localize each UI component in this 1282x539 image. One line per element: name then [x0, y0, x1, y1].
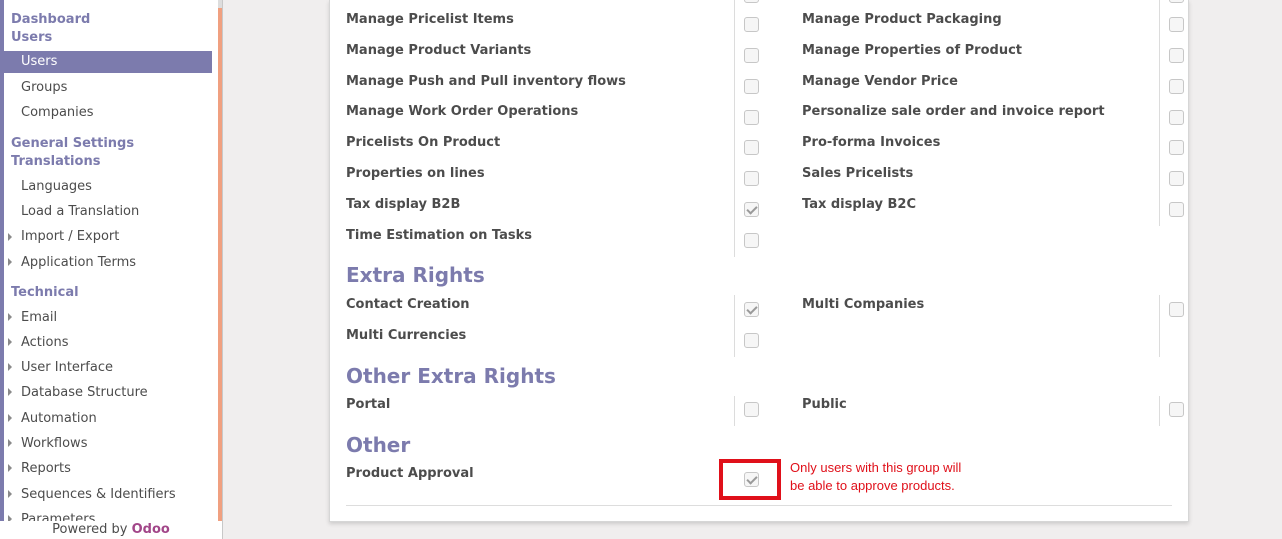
chevron-right-icon[interactable] — [8, 388, 12, 396]
odoo-brand-link[interactable]: Odoo — [132, 522, 170, 537]
right-label-portal: Portal — [346, 397, 391, 412]
sidebar-item-workflows[interactable]: Workflows — [21, 435, 87, 453]
checkbox-pro-forma-invoices[interactable] — [1169, 140, 1184, 155]
chevron-right-icon[interactable] — [8, 439, 12, 447]
sidebar-item-import-export[interactable]: Import / Export — [21, 228, 119, 246]
sidebar-item-users[interactable]: Users — [4, 51, 212, 73]
powered-by-label: Powered by — [52, 522, 128, 537]
right-label-manage-push-pull-flows: Manage Push and Pull inventory flows — [346, 74, 626, 89]
chevron-right-icon[interactable] — [8, 464, 12, 472]
column-separator — [734, 295, 735, 357]
powered-by-footer: Powered by Odoo — [0, 521, 222, 539]
chevron-right-icon[interactable] — [8, 363, 12, 371]
annotation-highlight-box — [719, 459, 781, 500]
chevron-right-icon[interactable] — [8, 313, 12, 321]
sidebar-item-groups[interactable]: Groups — [21, 79, 67, 97]
sidebar-item-database-structure[interactable]: Database Structure — [21, 384, 148, 402]
checkbox-personalize-report[interactable] — [1169, 110, 1184, 125]
right-label-manage-pricelist-items: Manage Pricelist Items — [346, 12, 514, 27]
annotation-line-2: be able to approve products. — [790, 478, 955, 493]
checkbox-pricelists-on-product[interactable] — [744, 140, 759, 155]
column-separator — [1159, 0, 1160, 226]
section-title-other-extra-rights: Other Extra Rights — [346, 364, 556, 388]
sidebar-divider — [222, 0, 223, 539]
section-title-other: Other — [346, 433, 411, 457]
right-label-multi-companies: Multi Companies — [802, 297, 925, 312]
checkbox-tax-display-b2b[interactable] — [744, 202, 759, 217]
checkbox-multi-currencies[interactable] — [744, 333, 759, 348]
sidebar-heading-users[interactable]: Users — [11, 29, 52, 47]
sidebar-heading-dashboard[interactable]: Dashboard — [11, 11, 90, 29]
right-label-manage-vendor-price: Manage Vendor Price — [802, 74, 958, 89]
right-label-tax-display-b2b: Tax display B2B — [346, 197, 461, 212]
annotation-line-1: Only users with this group will — [790, 460, 962, 475]
sidebar-item-actions[interactable]: Actions — [21, 334, 69, 352]
right-label-tax-display-b2c: Tax display B2C — [802, 197, 917, 212]
checkbox-multi-companies[interactable] — [1169, 302, 1184, 317]
checkbox-manage-properties-of-product[interactable] — [1169, 48, 1184, 63]
sidebar-heading-technical[interactable]: Technical — [11, 284, 79, 302]
checkbox-time-estimation-on-tasks[interactable] — [744, 233, 759, 248]
right-label-pro-forma-invoices: Pro-forma Invoices — [802, 135, 941, 150]
checkbox[interactable] — [744, 0, 759, 3]
sidebar-item-sequences-identifiers[interactable]: Sequences & Identifiers — [21, 486, 176, 504]
column-separator — [1159, 295, 1160, 357]
right-label-public: Public — [802, 397, 847, 412]
right-label-personalize-report: Personalize sale order and invoice repor… — [802, 104, 1105, 119]
right-label-manage-product-packaging: Manage Product Packaging — [802, 12, 1002, 27]
chevron-right-icon[interactable] — [8, 414, 12, 422]
checkbox-manage-vendor-price[interactable] — [1169, 79, 1184, 94]
checkbox-tax-display-b2c[interactable] — [1169, 202, 1184, 217]
sidebar-accent-bar — [0, 0, 4, 539]
chevron-right-icon[interactable] — [8, 338, 12, 346]
checkbox-manage-product-packaging[interactable] — [1169, 17, 1184, 32]
right-label-manage-properties-of-product: Manage Properties of Product — [802, 43, 1023, 58]
right-label-manage-product-variants: Manage Product Variants — [346, 43, 532, 58]
chevron-right-icon[interactable] — [8, 233, 12, 241]
checkbox-sales-pricelists[interactable] — [1169, 171, 1184, 186]
right-label-properties-on-lines: Properties on lines — [346, 166, 485, 181]
checkbox-contact-creation[interactable] — [744, 302, 759, 317]
checkbox-manage-work-order-operations[interactable] — [744, 110, 759, 125]
annotation-note: Only users with this group will be able … — [790, 459, 961, 495]
checkbox[interactable] — [1169, 0, 1184, 3]
right-label-pricelists-on-product: Pricelists On Product — [346, 135, 501, 150]
radio-public[interactable] — [1169, 402, 1184, 417]
chevron-right-icon[interactable] — [8, 490, 12, 498]
column-separator — [734, 396, 735, 426]
sidebar: Dashboard Users Users Groups Companies G… — [0, 0, 223, 539]
sidebar-heading-translations[interactable]: Translations — [11, 153, 100, 171]
section-title-extra-rights: Extra Rights — [346, 263, 485, 287]
checkbox-properties-on-lines[interactable] — [744, 171, 759, 186]
sidebar-heading-general-settings[interactable]: General Settings — [11, 135, 134, 153]
chevron-right-icon[interactable] — [8, 258, 12, 266]
checkbox-manage-pricelist-items[interactable] — [744, 17, 759, 32]
right-label-contact-creation: Contact Creation — [346, 297, 470, 312]
sidebar-item-application-terms[interactable]: Application Terms — [21, 254, 136, 272]
section-divider — [346, 505, 1172, 506]
right-label-time-estimation-on-tasks: Time Estimation on Tasks — [346, 228, 532, 243]
right-label-multi-currencies: Multi Currencies — [346, 328, 467, 343]
column-separator — [1159, 396, 1160, 426]
right-label-sales-pricelists: Sales Pricelists — [802, 166, 914, 181]
radio-portal[interactable] — [744, 402, 759, 417]
sidebar-item-languages[interactable]: Languages — [21, 178, 92, 196]
sidebar-item-load-translation[interactable]: Load a Translation — [21, 203, 139, 221]
sidebar-item-user-interface[interactable]: User Interface — [21, 359, 113, 377]
sidebar-item-email[interactable]: Email — [21, 309, 57, 327]
checkbox-manage-product-variants[interactable] — [744, 48, 759, 63]
sidebar-item-reports[interactable]: Reports — [21, 460, 71, 478]
checkbox-manage-push-pull-flows[interactable] — [744, 79, 759, 94]
right-label-product-approval: Product Approval — [346, 466, 474, 481]
column-separator — [734, 0, 735, 257]
sidebar-item-automation[interactable]: Automation — [21, 410, 97, 428]
sidebar-item-companies[interactable]: Companies — [21, 104, 94, 122]
right-label-manage-work-order-operations: Manage Work Order Operations — [346, 104, 579, 119]
